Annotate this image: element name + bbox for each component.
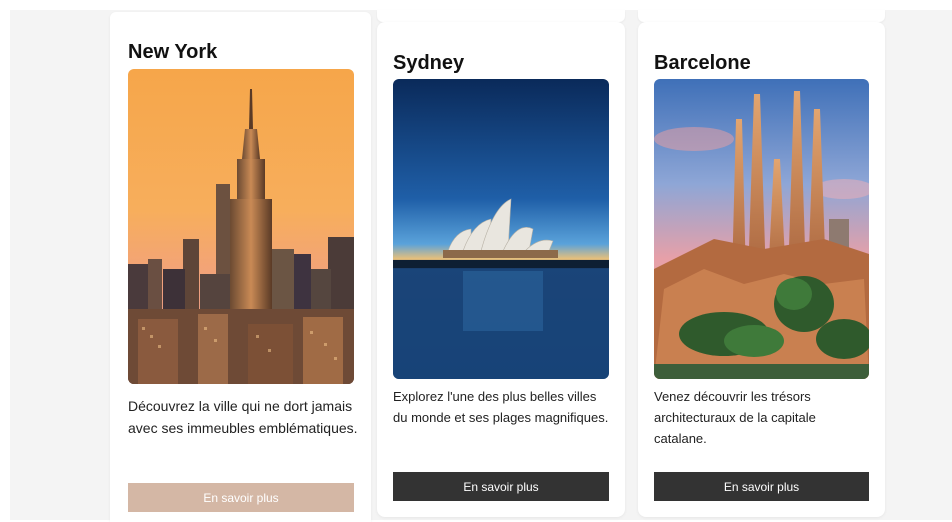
card-description: Explorez l'une des plus belles villes du… <box>393 389 609 425</box>
destination-card-sydney: Sydney Explorez l'une des plus belles vi… <box>377 22 625 517</box>
new-york-skyline-photo <box>128 69 354 384</box>
card-description: Découvrez la ville qui ne dort jamais av… <box>128 398 358 436</box>
card-title: New York <box>128 41 218 63</box>
sagrada-familia-photo <box>654 79 869 379</box>
destination-card-barcelone: Barcelone Venez découvrir les trésors ar… <box>638 22 885 517</box>
card-title: Sydney <box>393 52 465 74</box>
card-description: Venez découvrir les trésors architectura… <box>654 389 816 446</box>
en-savoir-plus-button[interactable]: En savoir plus <box>128 483 354 512</box>
previous-card-edge <box>638 10 885 22</box>
page: New York Découvrez la ville qui ne dort … <box>0 0 952 522</box>
destination-card-new-york: New York Découvrez la ville qui ne dort … <box>110 12 371 522</box>
en-savoir-plus-button[interactable]: En savoir plus <box>393 472 609 501</box>
en-savoir-plus-button[interactable]: En savoir plus <box>654 472 869 501</box>
sydney-opera-house-photo <box>393 79 609 379</box>
card-title: Barcelone <box>654 52 751 74</box>
previous-card-edge <box>377 10 625 22</box>
